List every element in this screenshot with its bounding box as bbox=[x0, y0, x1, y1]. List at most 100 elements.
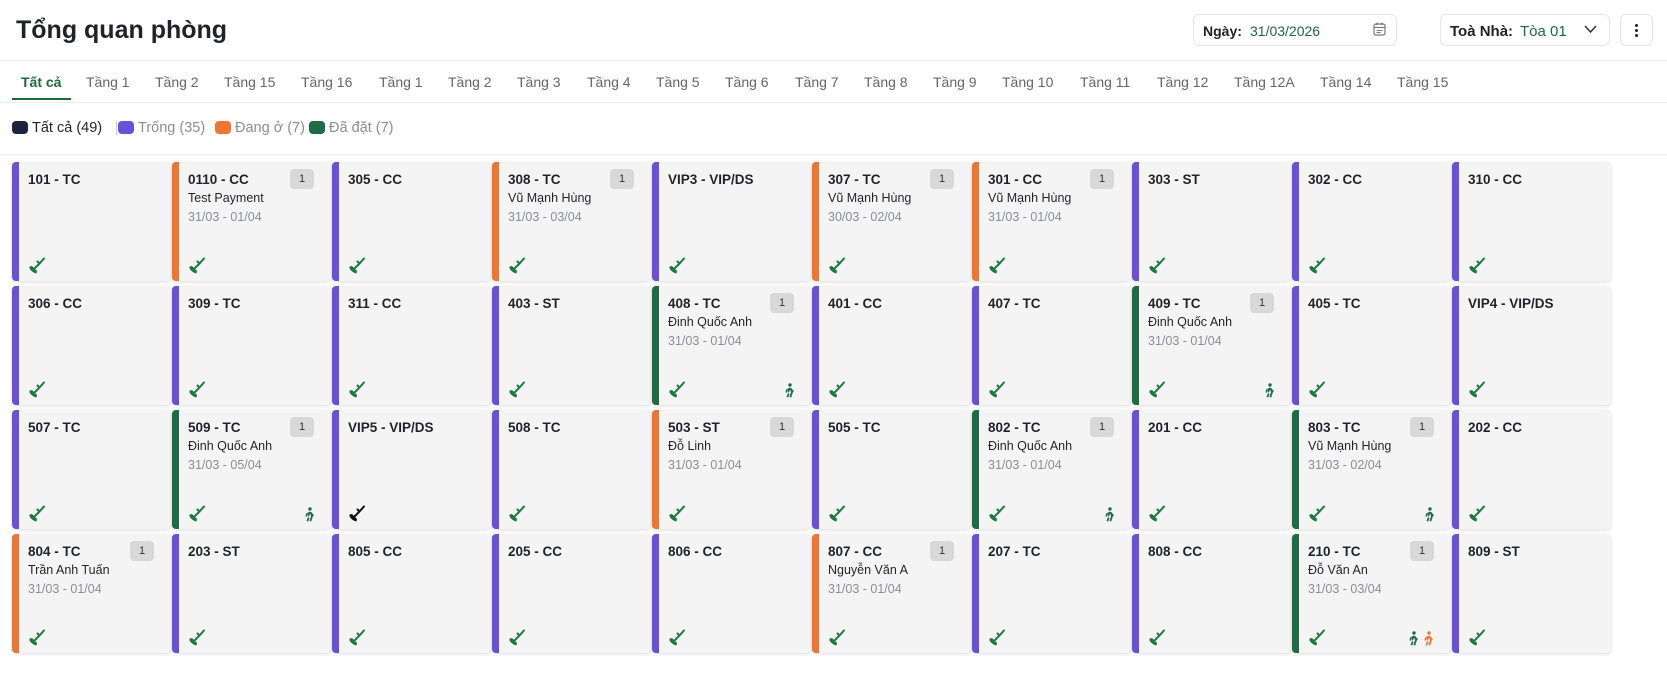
room-card[interactable]: 508 - TC bbox=[492, 410, 651, 529]
room-card[interactable]: 809 - ST bbox=[1452, 534, 1611, 653]
tab-floor-7[interactable]: Tầng 3 bbox=[517, 74, 561, 90]
room-card[interactable]: 210 - TC Đỗ Văn An 31/03 - 03/04 1 bbox=[1292, 534, 1451, 653]
room-card[interactable]: 408 - TC Đinh Quốc Anh 31/03 - 01/04 1 bbox=[652, 286, 811, 405]
room-card[interactable]: 311 - CC bbox=[332, 286, 491, 405]
room-card[interactable]: 409 - TC Đinh Quốc Anh 31/03 - 01/04 1 bbox=[1132, 286, 1291, 405]
room-number: 409 - TC bbox=[1148, 296, 1201, 311]
calendar-icon[interactable] bbox=[1373, 22, 1386, 36]
room-card[interactable]: 310 - CC bbox=[1452, 162, 1611, 281]
room-number: VIP5 - VIP/DS bbox=[348, 420, 434, 435]
room-card[interactable]: 807 - CC Nguyễn Văn A 31/03 - 01/04 1 bbox=[812, 534, 971, 653]
room-card[interactable]: 303 - ST bbox=[1132, 162, 1291, 281]
room-number: 207 - TC bbox=[988, 544, 1041, 559]
tab-all[interactable]: Tất cả bbox=[21, 74, 61, 90]
room-card[interactable]: 201 - CC bbox=[1132, 410, 1291, 529]
room-card[interactable]: 802 - TC Đinh Quốc Anh 31/03 - 01/04 1 bbox=[972, 410, 1131, 529]
room-card[interactable]: 505 - TC bbox=[812, 410, 971, 529]
more-options-button[interactable] bbox=[1620, 14, 1653, 46]
building-value[interactable]: Tòa 01 bbox=[1520, 23, 1567, 40]
broom-check-icon bbox=[1469, 257, 1485, 274]
room-card[interactable]: 507 - TC bbox=[12, 410, 171, 529]
tab-floor-3[interactable]: Tầng 15 bbox=[224, 74, 275, 90]
tab-floor-17[interactable]: Tầng 12A bbox=[1234, 74, 1295, 90]
room-card[interactable]: 302 - CC bbox=[1292, 162, 1451, 281]
date-label: Ngày: bbox=[1203, 23, 1242, 39]
room-card[interactable]: 101 - TC bbox=[12, 162, 171, 281]
room-status-bar bbox=[492, 286, 499, 405]
room-card[interactable]: 407 - TC bbox=[972, 286, 1131, 405]
room-card[interactable]: 308 - TC Vũ Mạnh Hùng 31/03 - 03/04 1 bbox=[492, 162, 651, 281]
room-card[interactable]: 803 - TC Vũ Mạnh Hùng 31/03 - 02/04 1 bbox=[1292, 410, 1451, 529]
broom-check-icon bbox=[1149, 257, 1165, 274]
room-card[interactable]: 808 - CC bbox=[1132, 534, 1291, 653]
room-number: 202 - CC bbox=[1468, 420, 1523, 435]
room-card[interactable]: 309 - TC bbox=[172, 286, 331, 405]
room-number: 405 - TC bbox=[1308, 296, 1361, 311]
room-card[interactable]: VIP3 - VIP/DS bbox=[652, 162, 811, 281]
room-card[interactable]: 405 - TC bbox=[1292, 286, 1451, 405]
room-number: 806 - CC bbox=[668, 544, 723, 559]
broom-check-icon bbox=[989, 381, 1005, 398]
tab-floor-19[interactable]: Tầng 15 bbox=[1397, 74, 1448, 90]
broom-check-icon bbox=[349, 381, 365, 398]
tab-floor-10[interactable]: Tầng 6 bbox=[725, 74, 769, 90]
room-number: 306 - CC bbox=[28, 296, 83, 311]
date-value[interactable]: 31/03/2026 bbox=[1250, 23, 1320, 39]
tab-floor-1[interactable]: Tầng 1 bbox=[86, 74, 130, 90]
room-card[interactable]: 307 - TC Vũ Mạnh Hùng 30/03 - 02/04 1 bbox=[812, 162, 971, 281]
date-picker[interactable]: Ngày: 31/03/2026 bbox=[1193, 14, 1397, 46]
tab-floor-6[interactable]: Tầng 2 bbox=[448, 74, 492, 90]
tab-floor-2[interactable]: Tầng 2 bbox=[155, 74, 199, 90]
room-card[interactable]: VIP5 - VIP/DS bbox=[332, 410, 491, 529]
stay-dates: 31/03 - 05/04 bbox=[188, 458, 262, 472]
room-card[interactable]: 806 - CC bbox=[652, 534, 811, 653]
room-number: 303 - ST bbox=[1148, 172, 1200, 187]
broom-check-icon bbox=[829, 257, 845, 274]
room-card[interactable]: 503 - ST Đỗ Linh 31/03 - 01/04 1 bbox=[652, 410, 811, 529]
room-card[interactable]: 305 - CC bbox=[332, 162, 491, 281]
room-card[interactable]: 205 - CC bbox=[492, 534, 651, 653]
broom-check-icon bbox=[1469, 505, 1485, 522]
room-number: 803 - TC bbox=[1308, 420, 1361, 435]
room-status-bar bbox=[492, 162, 499, 281]
room-card[interactable]: 403 - ST bbox=[492, 286, 651, 405]
broom-check-icon bbox=[1149, 629, 1165, 646]
room-card[interactable]: 0110 - CC Test Payment 31/03 - 01/04 1 bbox=[172, 162, 331, 281]
room-number: 302 - CC bbox=[1308, 172, 1363, 187]
room-card[interactable]: 202 - CC bbox=[1452, 410, 1611, 529]
tab-floor-16[interactable]: Tầng 12 bbox=[1157, 74, 1208, 90]
status-swatch bbox=[118, 121, 134, 134]
tab-floor-14[interactable]: Tầng 10 bbox=[1002, 74, 1053, 90]
tab-floor-5[interactable]: Tầng 1 bbox=[379, 74, 423, 90]
tab-floor-8[interactable]: Tầng 4 bbox=[587, 74, 631, 90]
tab-floor-15[interactable]: Tầng 11 bbox=[1080, 74, 1130, 90]
room-card[interactable]: 207 - TC bbox=[972, 534, 1131, 653]
tab-floor-18[interactable]: Tầng 14 bbox=[1320, 74, 1371, 90]
room-card[interactable]: 805 - CC bbox=[332, 534, 491, 653]
tab-floor-4[interactable]: Tầng 16 bbox=[301, 74, 352, 90]
guest-count-badge: 1 bbox=[130, 541, 154, 561]
building-select[interactable]: Toà Nhà: Tòa 01 bbox=[1440, 14, 1610, 46]
room-status-bar bbox=[1292, 162, 1299, 281]
stay-dates: 31/03 - 02/04 bbox=[1308, 458, 1382, 472]
room-status-bar bbox=[12, 534, 19, 653]
room-card[interactable]: 509 - TC Đinh Quốc Anh 31/03 - 05/04 1 bbox=[172, 410, 331, 529]
room-card[interactable]: 203 - ST bbox=[172, 534, 331, 653]
tab-floor-11[interactable]: Tầng 7 bbox=[795, 74, 839, 90]
room-card[interactable]: 401 - CC bbox=[812, 286, 971, 405]
broom-check-icon bbox=[189, 505, 205, 522]
tab-floor-9[interactable]: Tầng 5 bbox=[656, 74, 700, 90]
room-grid: 101 - TC 0110 - CC Test Payment 31/03 - 01/… bbox=[12, 162, 1667, 697]
chevron-down-icon[interactable] bbox=[1584, 24, 1597, 34]
broom-check-icon bbox=[349, 629, 365, 646]
guest-count-badge: 1 bbox=[610, 169, 634, 189]
room-card[interactable]: 301 - CC Vũ Mạnh Hùng 31/03 - 01/04 1 bbox=[972, 162, 1131, 281]
room-status-bar bbox=[652, 162, 659, 281]
room-card[interactable]: 306 - CC bbox=[12, 286, 171, 405]
room-card[interactable]: VIP4 - VIP/DS bbox=[1452, 286, 1611, 405]
tab-floor-12[interactable]: Tầng 8 bbox=[864, 74, 908, 90]
room-card[interactable]: 804 - TC Trần Anh Tuấn 31/03 - 01/04 1 bbox=[12, 534, 171, 653]
walking-person-icon bbox=[1105, 507, 1114, 522]
room-status-bar bbox=[332, 534, 339, 653]
tab-floor-13[interactable]: Tầng 9 bbox=[933, 74, 977, 90]
